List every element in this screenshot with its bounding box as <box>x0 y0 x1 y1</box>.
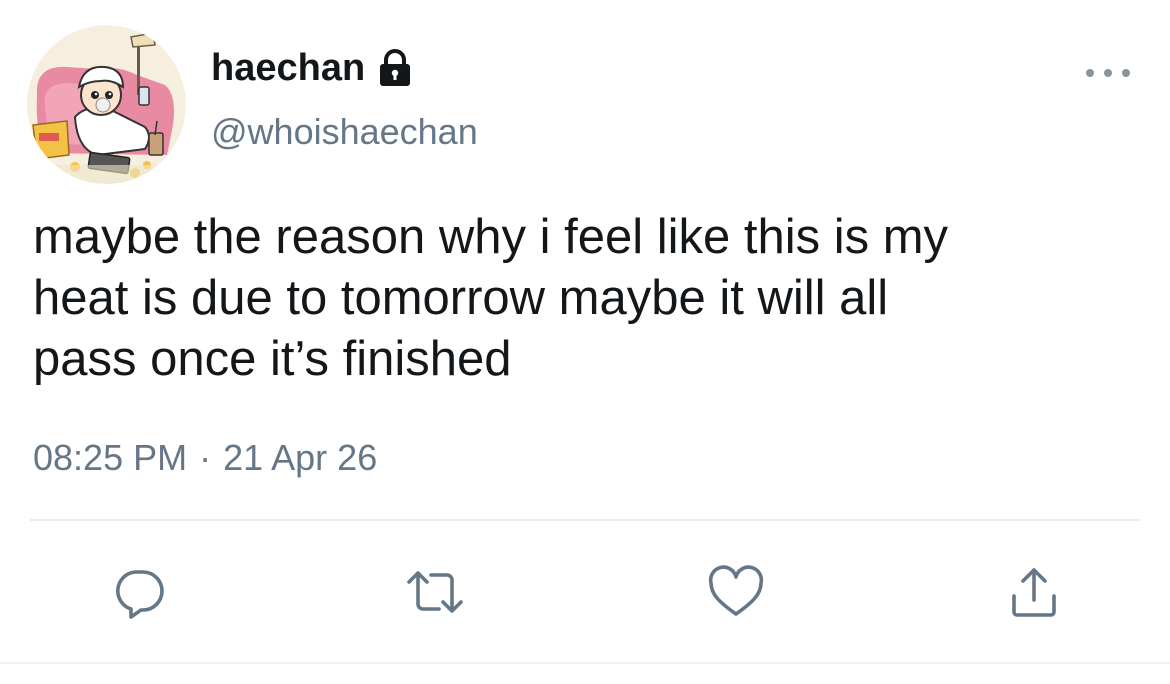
retweet-icon <box>407 571 463 613</box>
more-dot <box>1104 69 1112 77</box>
lock-icon <box>375 48 415 88</box>
author-name-row: haechan <box>211 43 415 93</box>
tweet-text: maybe the reason why i feel like this is… <box>33 210 949 386</box>
tweet-time: 08:25 PM <box>33 437 188 478</box>
heart-icon <box>708 565 764 616</box>
tweet-date: 21 Apr 26 <box>223 437 378 478</box>
like-button[interactable] <box>706 562 766 622</box>
timestamp-separator: · <box>199 437 212 478</box>
more-dot <box>1086 69 1094 77</box>
reply-button[interactable] <box>109 562 169 622</box>
tweet-card: haechan @whoishaechan maybe the reason w… <box>0 0 1170 684</box>
tweet-timestamp[interactable]: 08:25 PM · 21 Apr 26 <box>33 437 377 479</box>
action-bar <box>0 562 1170 622</box>
reply-icon <box>116 570 164 619</box>
avatar[interactable] <box>27 25 186 184</box>
avatar-illustration <box>27 25 186 184</box>
more-dot <box>1122 69 1130 77</box>
share-button[interactable] <box>1004 562 1064 622</box>
display-name[interactable]: haechan <box>211 47 365 90</box>
more-options-button[interactable] <box>1086 58 1130 88</box>
divider <box>30 519 1140 521</box>
share-icon <box>1012 568 1056 617</box>
user-handle[interactable]: @whoishaechan <box>211 111 478 153</box>
bottom-divider <box>0 662 1170 664</box>
retweet-button[interactable] <box>405 562 465 622</box>
